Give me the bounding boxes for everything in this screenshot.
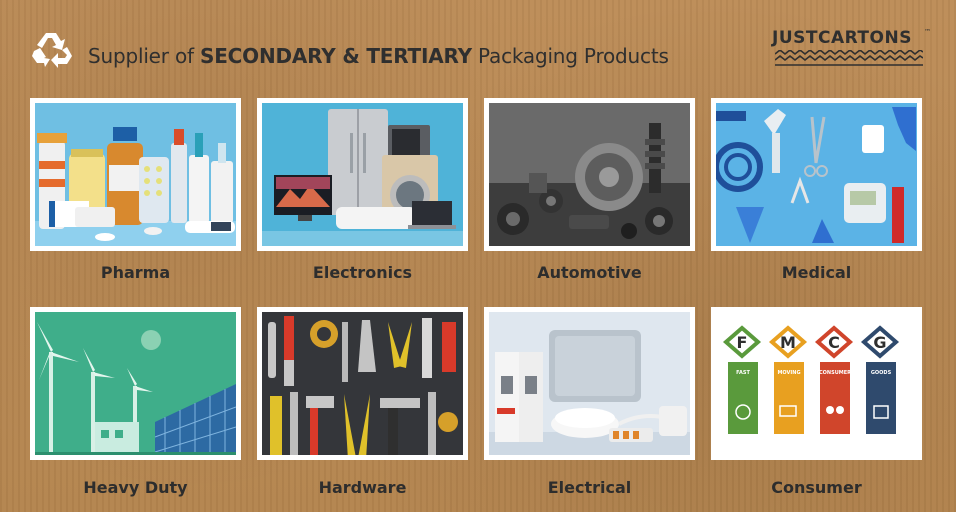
electronics-appliances-image <box>262 103 463 246</box>
fmcg-letter-c: C <box>828 333 840 352</box>
fmcg-letter-f: F <box>737 333 748 352</box>
tagline-prefix: Supplier of <box>88 44 200 68</box>
electrical-components-image <box>489 312 690 455</box>
category-label-heavy-duty[interactable]: Heavy Duty <box>30 478 241 497</box>
category-label-automotive[interactable]: Automotive <box>484 263 695 282</box>
fmcg-word-consumer: CONSUMER <box>819 370 851 376</box>
brand-trademark: ™ <box>924 28 931 36</box>
page-tagline: Supplier of SECONDARY & TERTIARY Packagi… <box>88 44 669 68</box>
category-card-pharma[interactable] <box>30 98 241 251</box>
category-card-electronics[interactable] <box>257 98 468 251</box>
category-card-automotive[interactable] <box>484 98 695 251</box>
fmcg-letter-m: M <box>780 333 796 352</box>
category-card-consumer[interactable]: F M C G FAST MOVING CONSUMER GOODS <box>711 307 922 460</box>
brand-name: JUSTCARTONS <box>772 28 912 48</box>
brand-logo[interactable]: JUSTCARTONS ™ <box>772 28 937 70</box>
category-card-heavy-duty[interactable] <box>30 307 241 460</box>
category-card-electrical[interactable] <box>484 307 695 460</box>
fmcg-infographic-image: F M C G FAST MOVING CONSUMER GOODS <box>716 312 917 455</box>
fmcg-letter-g: G <box>873 333 886 352</box>
category-label-pharma[interactable]: Pharma <box>30 263 241 282</box>
category-label-electronics[interactable]: Electronics <box>257 263 468 282</box>
category-card-hardware[interactable] <box>257 307 468 460</box>
hand-tools-image <box>262 312 463 455</box>
category-card-medical[interactable] <box>711 98 922 251</box>
header: Supplier of SECONDARY & TERTIARY Packagi… <box>0 0 956 90</box>
tagline-suffix: Packaging Products <box>471 44 669 68</box>
recycle-icon <box>32 33 72 68</box>
fmcg-word-goods: GOODS <box>871 370 892 376</box>
category-label-medical[interactable]: Medical <box>711 263 922 282</box>
fmcg-word-moving: MOVING <box>777 370 800 376</box>
category-label-consumer[interactable]: Consumer <box>711 478 922 497</box>
wind-solar-energy-image <box>35 312 236 455</box>
zigzag-icon <box>775 50 923 66</box>
category-label-electrical[interactable]: Electrical <box>484 478 695 497</box>
category-label-hardware[interactable]: Hardware <box>257 478 468 497</box>
automotive-parts-image <box>489 103 690 246</box>
tagline-bold: SECONDARY & TERTIARY <box>200 44 472 68</box>
fmcg-word-fast: FAST <box>736 370 750 376</box>
pharma-products-image <box>35 103 236 246</box>
medical-instruments-image <box>716 103 917 246</box>
